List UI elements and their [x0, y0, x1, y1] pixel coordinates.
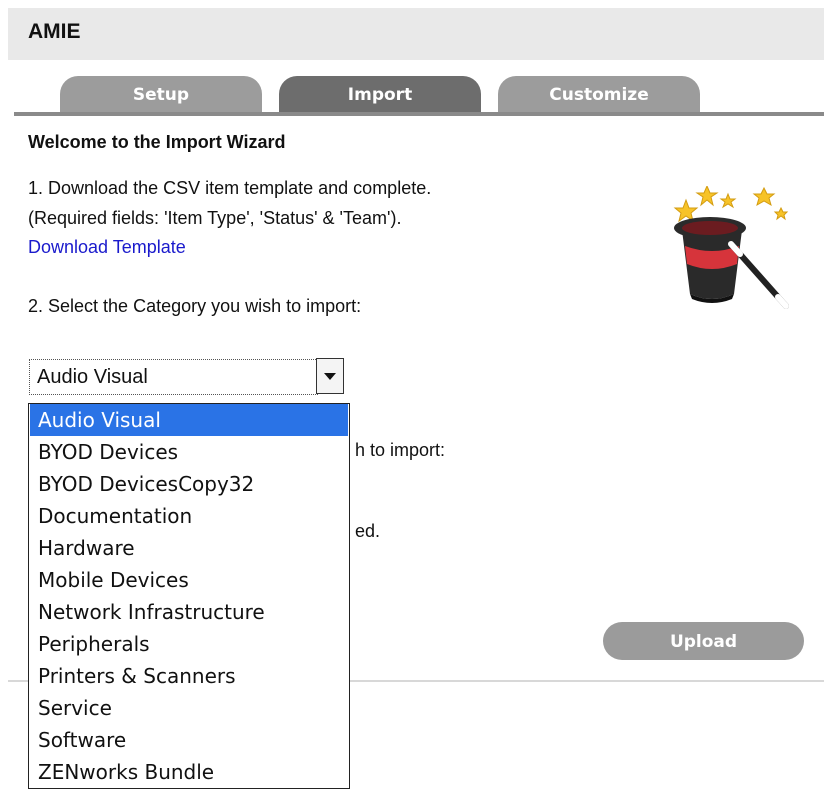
category-option[interactable]: Documentation: [30, 500, 348, 532]
step4-partial-text: ed.: [355, 521, 381, 541]
step1-instruction: 1. Download the CSV item template and co…: [28, 178, 432, 198]
required-fields-note: (Required fields: 'Item Type', 'Status' …: [28, 208, 402, 228]
category-option[interactable]: Audio Visual: [30, 404, 348, 436]
category-option[interactable]: Service: [30, 692, 348, 724]
category-option[interactable]: Peripherals: [30, 628, 348, 660]
category-option[interactable]: Network Infrastructure: [30, 596, 348, 628]
upload-button[interactable]: Upload: [603, 622, 804, 660]
category-option[interactable]: BYOD DevicesCopy32: [30, 468, 348, 500]
category-select-value: Audio Visual: [37, 366, 148, 388]
category-select-dropdown-button[interactable]: [316, 358, 344, 394]
category-option[interactable]: Printers & Scanners: [30, 660, 348, 692]
magic-hat-icon: [673, 186, 789, 309]
category-options-list: Audio Visual BYOD Devices BYOD DevicesCo…: [28, 403, 350, 789]
category-option[interactable]: BYOD Devices: [30, 436, 348, 468]
category-option[interactable]: Software: [30, 724, 348, 756]
tab-customize[interactable]: Customize: [498, 76, 700, 112]
page-title: AMIE: [28, 20, 81, 43]
wizard-title: Welcome to the Import Wizard: [28, 132, 286, 152]
category-select[interactable]: Audio Visual: [29, 359, 318, 395]
category-option[interactable]: ZENworks Bundle: [30, 756, 348, 788]
step2-instruction: 2. Select the Category you wish to impor…: [28, 296, 362, 316]
panel-header: [8, 8, 824, 60]
category-option[interactable]: Hardware: [30, 532, 348, 564]
chevron-down-icon: [324, 373, 336, 380]
download-template-link[interactable]: Download Template: [28, 237, 186, 258]
step3-partial-text: h to import:: [355, 440, 446, 460]
tab-setup[interactable]: Setup: [60, 76, 262, 112]
tab-divider: [14, 112, 824, 116]
category-option[interactable]: Mobile Devices: [30, 564, 348, 596]
tab-import[interactable]: Import: [279, 76, 481, 112]
